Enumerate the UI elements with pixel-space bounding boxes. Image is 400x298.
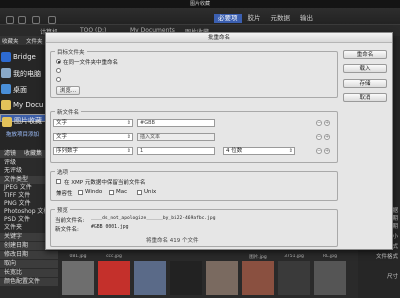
- current-filename-label: 当前文件名:: [55, 218, 85, 224]
- preview-group: 预览 当前文件名: ____ds_not_apologize______by_b…: [50, 206, 338, 247]
- new-filename-preview-label: 新文件名:: [55, 227, 79, 233]
- filter-item[interactable]: 颜色配置文件: [0, 278, 58, 286]
- tab-essentials[interactable]: 必要项: [214, 14, 242, 23]
- remove-icon[interactable]: −: [316, 148, 322, 154]
- batch-rename-dialog: 批重命名 重命名 载入 存储 取消 目标文件夹 在同一文件夹中重命名 浏览...…: [45, 32, 393, 250]
- remove-icon[interactable]: −: [316, 134, 322, 140]
- desktop-icon: [1, 84, 11, 94]
- computer-icon: [1, 68, 11, 78]
- current-filename-value: ____ds_not_apologize______by_bi22-469afb…: [91, 216, 216, 221]
- browse-button[interactable]: 浏览...: [56, 86, 80, 95]
- filter-item[interactable]: 长宽比: [0, 269, 58, 277]
- content-thumbnails: 081.jpg ccc.jpg 图片.jpg 3751.jpg RL.jpg: [58, 250, 358, 298]
- tab-filter[interactable]: 滤镜: [4, 150, 16, 157]
- rename-button[interactable]: 重命名: [343, 50, 387, 59]
- chevron-down-icon: ⇕: [126, 120, 131, 126]
- forward-icon[interactable]: [18, 16, 26, 24]
- tab-filmstrip[interactable]: 胶片: [244, 14, 265, 23]
- thumbnail[interactable]: 3751.jpg: [276, 254, 312, 296]
- text-value-field[interactable]: #GBB: [137, 119, 215, 127]
- tab-metadata[interactable]: 元数据: [267, 14, 295, 23]
- same-folder-radio[interactable]: [56, 59, 61, 64]
- options-label: 选项: [55, 168, 71, 176]
- unix-label: Unix: [144, 189, 157, 195]
- chevron-down-icon: ⇕: [126, 148, 131, 154]
- element-type-select[interactable]: 序列数字 ⇕: [53, 147, 133, 155]
- folder-icon: [2, 117, 12, 127]
- tab-favorites[interactable]: 收藏夹: [2, 37, 19, 45]
- thumbnail[interactable]: 081.jpg: [60, 254, 96, 296]
- thumbnail[interactable]: [168, 254, 204, 296]
- keep-xmp-checkbox[interactable]: [56, 179, 61, 184]
- windows-label: Windo: [85, 189, 103, 195]
- unix-checkbox[interactable]: [137, 190, 142, 195]
- sequence-start-field[interactable]: 1: [137, 147, 215, 155]
- file-count: 将重命名 419 个文件: [146, 238, 199, 244]
- folder-up-icon[interactable]: [32, 16, 40, 24]
- add-icon[interactable]: +: [324, 134, 330, 140]
- chevron-down-icon: ⇕: [126, 134, 131, 140]
- drag-hint: 拖放项目添加: [6, 132, 40, 138]
- save-button[interactable]: 存储: [343, 79, 387, 88]
- window-title: 图片收藏: [0, 0, 400, 8]
- move-folder-radio[interactable]: [56, 68, 61, 73]
- sort-option[interactable]: 尺寸: [387, 272, 398, 280]
- workspace-tabs: 必要项 胶片 元数据 输出: [214, 14, 317, 23]
- mac-checkbox[interactable]: [109, 190, 114, 195]
- cancel-button[interactable]: 取消: [343, 93, 387, 102]
- remove-icon[interactable]: −: [316, 120, 322, 126]
- chevron-down-icon: ⇕: [288, 148, 293, 154]
- add-icon[interactable]: +: [324, 148, 330, 154]
- back-icon[interactable]: [6, 16, 14, 24]
- destination-group: 目标文件夹 在同一文件夹中重命名 浏览...: [50, 48, 338, 98]
- load-button[interactable]: 载入: [343, 64, 387, 73]
- sort-option[interactable]: 文件格式: [376, 252, 398, 260]
- tab-folders[interactable]: 文件夹: [26, 37, 43, 45]
- compatibility-label: 兼容性: [56, 191, 73, 197]
- copy-folder-radio[interactable]: [56, 77, 61, 82]
- preview-label: 预览: [55, 206, 71, 214]
- options-group: 选项 在 XMP 元数据中保留当前文件名 兼容性 Windo Mac Unix: [50, 168, 338, 201]
- thumbnail[interactable]: [132, 254, 168, 296]
- filter-item[interactable]: 取向: [0, 260, 58, 268]
- add-icon[interactable]: +: [324, 120, 330, 126]
- thumbnail[interactable]: [204, 254, 240, 296]
- recent-icon[interactable]: [48, 16, 56, 24]
- same-folder-label: 在同一文件夹中重命名: [63, 60, 119, 66]
- element-type-select[interactable]: 文字 ⇕: [53, 133, 133, 141]
- new-filename-group: 新文件名 文字 ⇕ #GBB − + 文字 ⇕ 插入文本 − + 序列数字 ⇕ 1 4…: [50, 108, 338, 163]
- bridge-icon: [1, 52, 11, 62]
- filter-item[interactable]: 修改日期: [0, 251, 58, 259]
- new-filename-label: 新文件名: [55, 108, 82, 116]
- digits-select[interactable]: 4 位数 ⇕: [223, 147, 295, 155]
- thumbnail[interactable]: ccc.jpg: [96, 254, 132, 296]
- tab-output[interactable]: 输出: [296, 14, 317, 23]
- windows-checkbox[interactable]: [78, 190, 83, 195]
- element-type-select[interactable]: 文字 ⇕: [53, 119, 133, 127]
- thumbnail[interactable]: RL.jpg: [312, 254, 348, 296]
- thumbnail[interactable]: 图片.jpg: [240, 254, 276, 296]
- folder-icon: [1, 100, 11, 110]
- insert-text-field[interactable]: 插入文本: [137, 133, 215, 141]
- destination-label: 目标文件夹: [55, 48, 87, 56]
- tab-collections[interactable]: 收藏集: [24, 150, 42, 157]
- dialog-title: 批重命名: [46, 33, 392, 43]
- keep-xmp-label: 在 XMP 元数据中保留当前文件名: [64, 180, 146, 186]
- new-filename-value: #GBB 0001.jpg: [91, 225, 129, 230]
- mac-label: Mac: [116, 189, 128, 195]
